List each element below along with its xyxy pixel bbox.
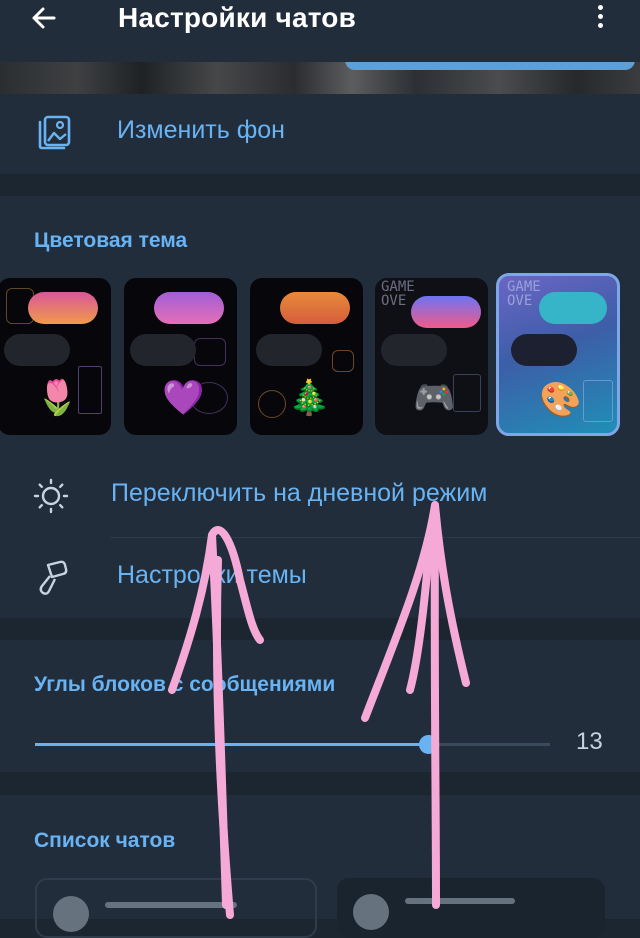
theme-settings-label: Настройки темы	[117, 561, 307, 589]
top-app-bar: Настройки чатов	[0, 0, 640, 62]
message-corners-slider[interactable]	[35, 735, 550, 754]
sun-icon	[33, 478, 69, 514]
avatar-placeholder	[353, 894, 389, 930]
chat-list-style-two-line[interactable]	[35, 878, 317, 938]
slider-thumb[interactable]	[418, 735, 438, 754]
theme-preview-bubble	[280, 292, 350, 324]
game-over-text-art: GAME OVE	[381, 279, 415, 309]
wallpaper-card: Изменить фон	[0, 94, 640, 174]
chat-list-title: Список чатов	[34, 829, 176, 852]
theme-option-tulip[interactable]: 🌷	[0, 278, 111, 435]
chat-list-style-three-line[interactable]	[337, 878, 605, 938]
theme-list: 🌷 💜 🎄 GAME OVE 🎮 GAME OVE 🎨	[0, 273, 640, 438]
message-corners-title: Углы блоков с сообщениями	[34, 673, 336, 696]
more-options-button[interactable]	[588, 2, 612, 32]
color-theme-title: Цветовая тема	[34, 229, 188, 252]
back-button[interactable]	[24, 4, 68, 32]
more-vertical-icon	[597, 5, 603, 10]
slider-fill	[35, 743, 428, 746]
theme-option-game[interactable]: GAME OVE 🎮	[375, 278, 488, 435]
page-title: Настройки чатов	[118, 2, 356, 33]
message-bubble-preview	[345, 62, 635, 70]
paint-brush-icon	[39, 560, 68, 595]
wallpaper-icon	[38, 115, 71, 150]
slider-value: 13	[576, 728, 603, 755]
theme-preview-bubble	[411, 296, 481, 328]
row-divider	[110, 537, 640, 538]
theme-option-purple-heart[interactable]: 💜	[124, 278, 237, 435]
artist-palette-icon: 🎨	[539, 381, 582, 419]
game-controller-icon: 🎮	[413, 379, 456, 417]
theme-settings-row[interactable]: Настройки темы	[0, 539, 640, 617]
wallpaper-preview	[0, 62, 640, 94]
switch-day-mode-label: Переключить на дневной режим	[111, 479, 488, 507]
tulip-icon: 🌷	[36, 379, 79, 417]
game-over-text-art: GAME OVE	[507, 279, 541, 309]
theme-preview-bubble	[28, 292, 98, 324]
theme-preview-bubble	[539, 292, 607, 324]
theme-option-christmas-tree[interactable]: 🎄	[250, 278, 363, 435]
change-wallpaper-label: Изменить фон	[117, 116, 285, 144]
avatar-placeholder	[53, 896, 89, 932]
change-wallpaper-row[interactable]: Изменить фон	[0, 94, 640, 172]
theme-option-palette-selected[interactable]: GAME OVE 🎨	[496, 273, 620, 436]
arrow-left-icon	[32, 7, 56, 29]
switch-day-mode-row[interactable]: Переключить на дневной режим	[0, 457, 640, 535]
christmas-tree-icon: 🎄	[288, 379, 331, 417]
purple-heart-icon: 💜	[162, 379, 205, 417]
message-corners-card	[0, 640, 640, 772]
theme-preview-bubble	[154, 292, 224, 324]
